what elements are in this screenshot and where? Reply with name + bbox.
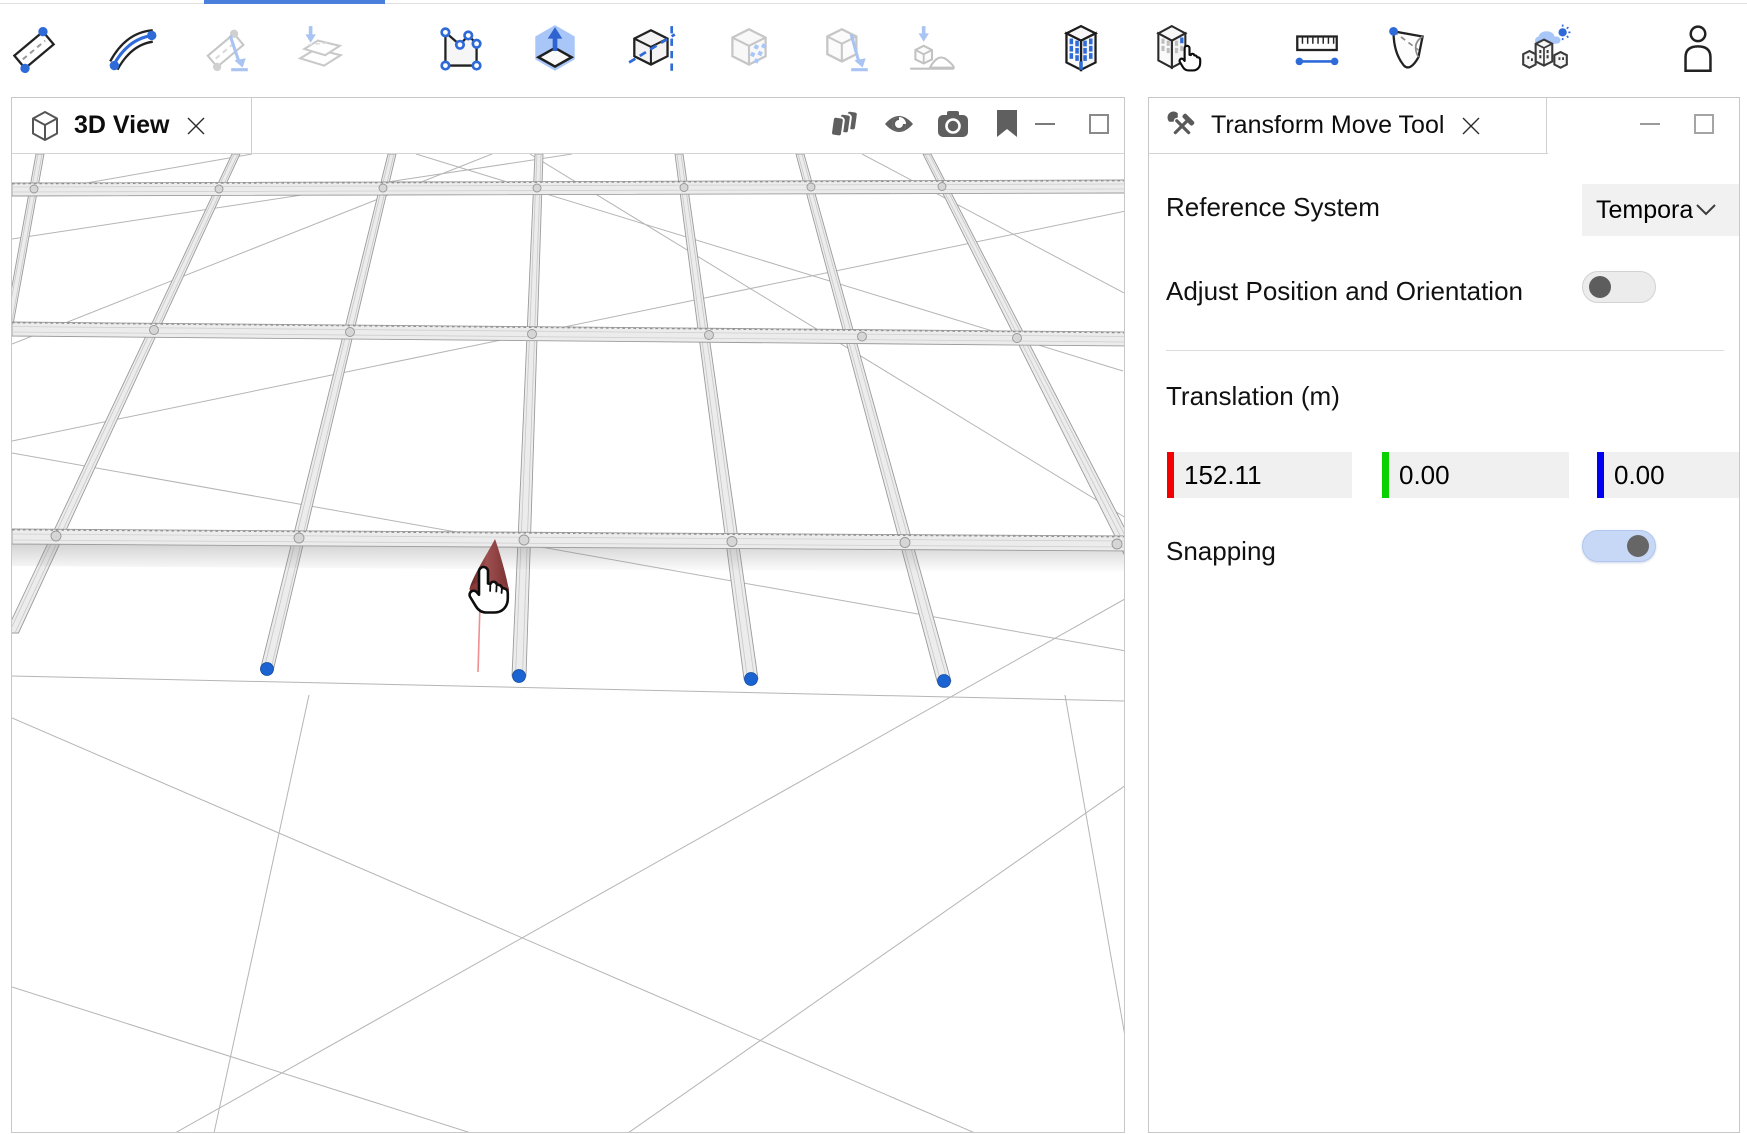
red-guide-line [478, 604, 480, 672]
reference-system-label: Reference System [1166, 192, 1380, 223]
view-titlebar-icons [830, 107, 1022, 141]
tool-titlebar: Transform Move Tool [1149, 98, 1739, 153]
environment-tool-button[interactable] [1513, 18, 1577, 82]
tool-tab-title: Transform Move Tool [1211, 111, 1444, 140]
vertical-roads [12, 154, 1125, 681]
slice-tool-button[interactable] [621, 18, 685, 82]
adjust-position-label: Adjust Position and Orientation [1166, 276, 1523, 307]
cube-icon [30, 110, 60, 142]
minimize-view-icon[interactable] [1032, 107, 1058, 141]
environment-icon [1518, 23, 1572, 77]
main-toolbar [0, 4, 1747, 90]
translation-y-value: 0.00 [1389, 460, 1450, 491]
terrain-wireframe [12, 154, 1125, 1133]
road-cleanup-tool-button[interactable] [194, 18, 258, 82]
chevron-down-icon [1695, 203, 1717, 217]
translation-z-value: 0.00 [1604, 460, 1665, 491]
drop-to-terrain-tool-button[interactable] [900, 18, 964, 82]
transform-move-tool-panel: Transform Move Tool Reference System Tem… [1148, 97, 1740, 1133]
building-select-tool-button[interactable] [1144, 18, 1208, 82]
measure-icon [1290, 23, 1344, 77]
paste-surface-icon [294, 23, 348, 77]
toggle-knob [1589, 276, 1611, 298]
texture-cube-tool-button[interactable] [717, 18, 781, 82]
snapping-label: Snapping [1166, 536, 1276, 567]
application-window: 3D View [0, 0, 1747, 1134]
translation-x-field[interactable]: 152.11 [1167, 452, 1352, 498]
polygon-draw-icon [434, 23, 488, 77]
minimize-tool-icon[interactable] [1637, 107, 1663, 141]
tab-transform-move-tool[interactable]: Transform Move Tool [1149, 98, 1547, 153]
view-window-controls [1032, 107, 1112, 141]
building-icon [1054, 23, 1108, 77]
3d-view-panel: 3D View [11, 97, 1125, 1133]
eye-icon[interactable] [884, 107, 914, 141]
3d-view-titlebar: 3D View [12, 98, 1124, 153]
close-3d-view-icon[interactable] [183, 113, 209, 139]
curved-road-tool-button[interactable] [100, 18, 164, 82]
view-frustum-icon [1380, 23, 1434, 77]
tab-3d-view[interactable]: 3D View [12, 98, 252, 153]
road-cleanup-icon [199, 23, 253, 77]
view-frustum-tool-button[interactable] [1375, 18, 1439, 82]
maximize-view-icon[interactable] [1086, 107, 1112, 141]
building-select-icon [1149, 23, 1203, 77]
bookmark-icon[interactable] [992, 107, 1022, 141]
camera-icon[interactable] [938, 107, 968, 141]
measure-tool-button[interactable] [1285, 18, 1349, 82]
close-tool-panel-icon[interactable] [1458, 113, 1484, 139]
maximize-tool-icon[interactable] [1691, 107, 1717, 141]
translation-y-field[interactable]: 0.00 [1382, 452, 1569, 498]
tool-window-controls [1637, 107, 1717, 141]
paste-surface-tool-button[interactable] [289, 18, 353, 82]
straight-road-tool-button[interactable] [2, 18, 66, 82]
reference-system-value: Tempora [1596, 196, 1693, 225]
person-icon [1671, 23, 1725, 77]
3d-viewport-canvas[interactable] [12, 154, 1125, 1133]
curved-road-icon [105, 23, 159, 77]
cube-cleanup-icon [819, 23, 873, 77]
snapping-toggle[interactable] [1582, 530, 1656, 562]
section-divider [1166, 350, 1724, 351]
texture-cube-icon [722, 23, 776, 77]
translation-z-field[interactable]: 0.00 [1597, 452, 1740, 498]
toggle-knob [1627, 535, 1649, 557]
straight-road-icon [7, 23, 61, 77]
horizontal-roads [12, 180, 1125, 551]
cube-cleanup-tool-button[interactable] [814, 18, 878, 82]
layers-icon[interactable] [830, 107, 860, 141]
polygon-draw-tool-button[interactable] [429, 18, 493, 82]
slice-icon [626, 23, 680, 77]
extrude-icon [528, 23, 582, 77]
translation-label: Translation (m) [1166, 381, 1340, 412]
3d-view-tab-title: 3D View [74, 111, 169, 140]
drop-to-terrain-icon [905, 23, 959, 77]
reference-system-dropdown[interactable]: Tempora [1582, 184, 1740, 236]
extrude-tool-button[interactable] [523, 18, 587, 82]
translation-x-value: 152.11 [1174, 460, 1262, 491]
tools-icon [1167, 111, 1197, 141]
building-tool-button[interactable] [1049, 18, 1113, 82]
tool-titlebar-underline [1149, 153, 1548, 154]
person-view-tool-button[interactable] [1666, 18, 1730, 82]
adjust-position-toggle[interactable] [1582, 271, 1656, 303]
